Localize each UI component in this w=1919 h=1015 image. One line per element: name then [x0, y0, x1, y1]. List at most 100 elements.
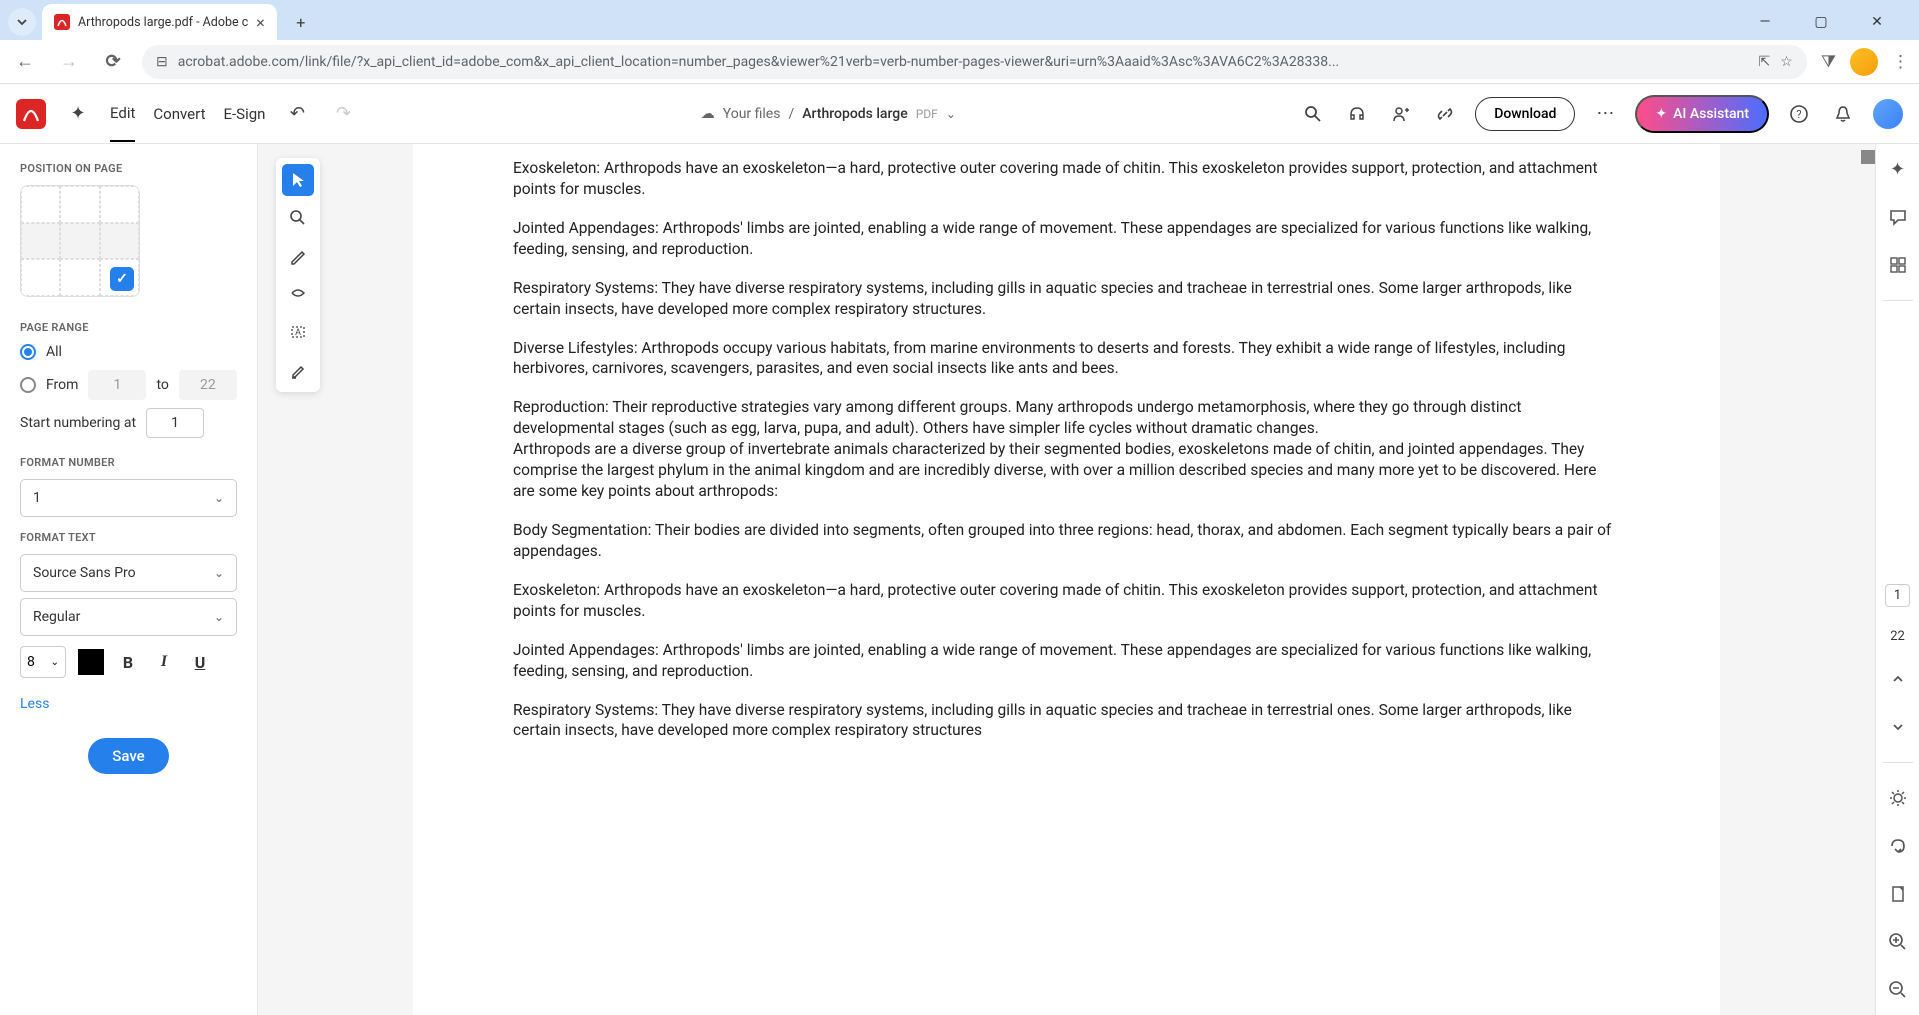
doc-paragraph: Exoskeleton: Arthropods have an exoskele…	[513, 158, 1620, 200]
rotate-icon[interactable]	[1885, 833, 1911, 859]
select-tool-icon[interactable]	[282, 164, 314, 196]
site-info-icon[interactable]: ⊟	[156, 54, 168, 70]
close-window-button[interactable]: ✕	[1855, 7, 1899, 37]
url-text: acrobat.adobe.com/link/file/?x_api_clien…	[178, 54, 1749, 70]
undo-icon[interactable]: ↶	[283, 100, 311, 128]
range-to-label: to	[156, 377, 168, 393]
sparkle-panel-icon[interactable]: ✦	[1885, 156, 1911, 182]
chevron-down-icon[interactable]: ⌄	[946, 107, 956, 121]
browser-tab[interactable]: Arthropods large.pdf - Adobe c ×	[42, 4, 277, 40]
breadcrumb-root[interactable]: Your files	[723, 106, 781, 122]
bookmark-icon[interactable]: ☆	[1780, 54, 1793, 70]
pos-bot-right[interactable]	[100, 259, 139, 296]
zoom-tool-icon[interactable]	[282, 202, 314, 234]
download-button[interactable]: Download	[1475, 97, 1575, 131]
left-panel: POSITION ON PAGE PAGE RANGE All From	[0, 144, 258, 1015]
text-box-tool-icon[interactable]: A	[282, 316, 314, 348]
italic-button[interactable]: I	[152, 650, 176, 674]
edit-tab[interactable]: Edit	[110, 104, 135, 142]
page-up-icon[interactable]	[1885, 666, 1911, 692]
color-picker[interactable]	[78, 649, 104, 675]
range-to-input[interactable]	[179, 370, 237, 400]
browser-menu-icon[interactable]: ⋮	[1892, 52, 1909, 72]
pos-top-center[interactable]	[60, 186, 99, 223]
forward-button[interactable]: →	[54, 47, 84, 77]
pos-top-right[interactable]	[100, 186, 139, 223]
back-button[interactable]: ←	[10, 47, 40, 77]
pos-mid-left[interactable]	[21, 223, 60, 260]
range-label: PAGE RANGE	[20, 321, 237, 334]
underline-button[interactable]: U	[188, 650, 212, 674]
esign-tab[interactable]: E-Sign	[224, 105, 266, 123]
current-page[interactable]: 1	[1885, 584, 1910, 607]
new-tab-button[interactable]: +	[287, 8, 315, 36]
highlight-tool-icon[interactable]	[282, 354, 314, 386]
bell-icon[interactable]	[1829, 100, 1857, 128]
font-size-select[interactable]: 8 ⌄	[20, 646, 66, 678]
convert-tab[interactable]: Convert	[153, 105, 205, 123]
lasso-tool-icon[interactable]	[282, 278, 314, 310]
fit-page-icon[interactable]	[1885, 881, 1911, 907]
maximize-button[interactable]: ▢	[1799, 7, 1843, 37]
url-bar[interactable]: ⊟ acrobat.adobe.com/link/file/?x_api_cli…	[142, 45, 1807, 79]
brightness-icon[interactable]	[1885, 785, 1911, 811]
pos-top-left[interactable]	[21, 186, 60, 223]
page-down-icon[interactable]	[1885, 714, 1911, 740]
comment-panel-icon[interactable]	[1885, 204, 1911, 230]
radio-from[interactable]	[20, 377, 36, 393]
pos-bot-left[interactable]	[21, 259, 60, 296]
doc-page[interactable]: Exoskeleton: Arthropods have an exoskele…	[413, 144, 1720, 1015]
help-icon[interactable]: ?	[1785, 100, 1813, 128]
add-user-icon[interactable]	[1387, 100, 1415, 128]
chevron-down-icon: ⌄	[214, 610, 224, 624]
position-label: POSITION ON PAGE	[20, 162, 237, 175]
headphones-icon[interactable]	[1343, 100, 1371, 128]
bold-button[interactable]: B	[116, 650, 140, 674]
pos-mid-right[interactable]	[100, 223, 139, 260]
zoom-out-icon[interactable]	[1885, 977, 1911, 1003]
search-icon[interactable]	[1299, 100, 1327, 128]
extensions-icon[interactable]: ⧩	[1821, 52, 1836, 72]
chevron-down-icon: ⌄	[214, 566, 224, 580]
format-number-select[interactable]: 1 ⌄	[20, 479, 237, 517]
close-icon[interactable]: ×	[256, 13, 265, 32]
pos-bot-center[interactable]	[60, 259, 99, 296]
tab-title: Arthropods large.pdf - Adobe c	[78, 15, 248, 30]
doc-paragraph: Jointed Appendages: Arthropods' limbs ar…	[513, 218, 1620, 260]
star-tools-icon[interactable]: ✦	[64, 100, 92, 128]
tool-strip: A	[276, 158, 320, 392]
redo-icon[interactable]: ↷	[329, 100, 357, 128]
range-from-input[interactable]	[88, 370, 146, 400]
font-weight-select[interactable]: Regular ⌄	[20, 598, 237, 636]
more-options-icon[interactable]: ⋯	[1591, 100, 1619, 128]
right-rail: ✦ 1 22	[1875, 144, 1919, 1015]
doc-paragraph: Reproduction: Their reproductive strateg…	[513, 397, 1620, 439]
scroll-thumb[interactable]	[1861, 150, 1875, 164]
link-icon[interactable]	[1431, 100, 1459, 128]
window-controls: — ▢ ✕	[1743, 7, 1911, 37]
address-bar: ← → ⟳ ⊟ acrobat.adobe.com/link/file/?x_a…	[0, 40, 1919, 84]
pencil-tool-icon[interactable]	[282, 240, 314, 272]
minimize-button[interactable]: —	[1743, 7, 1787, 37]
save-button[interactable]: Save	[88, 738, 168, 774]
tabs-dropdown-icon[interactable]	[8, 8, 36, 36]
user-avatar-icon[interactable]	[1873, 99, 1903, 129]
grid-panel-icon[interactable]	[1885, 252, 1911, 278]
breadcrumb-ext: PDF	[916, 107, 938, 121]
ai-assistant-button[interactable]: ✦ AI Assistant	[1635, 95, 1769, 133]
profile-avatar-icon[interactable]	[1850, 48, 1878, 76]
font-family-select[interactable]: Source Sans Pro ⌄	[20, 554, 237, 592]
less-link[interactable]: Less	[20, 696, 49, 712]
sparkle-icon: ✦	[1655, 106, 1667, 122]
reload-button[interactable]: ⟳	[98, 47, 128, 77]
zoom-in-icon[interactable]	[1885, 929, 1911, 955]
radio-all[interactable]	[20, 344, 36, 360]
radio-all-label: All	[46, 344, 62, 360]
install-app-icon[interactable]: ⇱	[1759, 54, 1771, 70]
acrobat-logo-icon[interactable]	[16, 99, 46, 129]
format-number-label: FORMAT NUMBER	[20, 456, 237, 469]
rail-separator	[1883, 762, 1913, 763]
format-text-label: FORMAT TEXT	[20, 531, 237, 544]
start-value-input[interactable]	[146, 408, 204, 438]
pos-mid-center[interactable]	[60, 223, 99, 260]
